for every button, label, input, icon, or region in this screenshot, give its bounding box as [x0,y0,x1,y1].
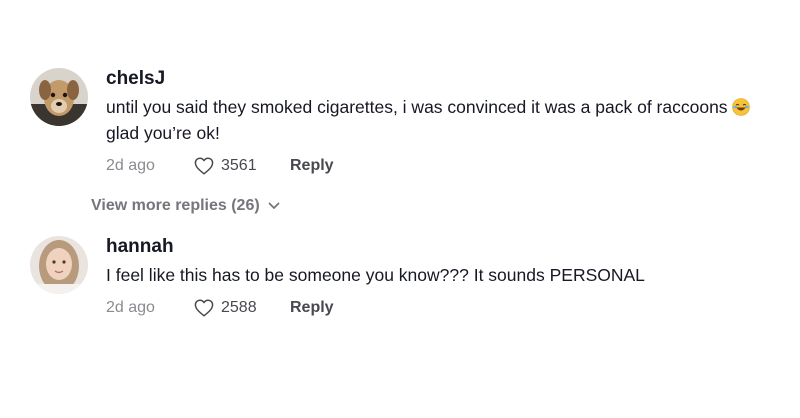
comment-body: chelsJ until you said they smoked cigare… [106,68,766,178]
like-button[interactable]: 3561 [194,157,290,175]
like-count: 2588 [221,299,257,316]
like-button[interactable]: 2588 [194,299,290,317]
view-more-replies-label: View more replies (26) [91,197,260,214]
person-avatar-image [30,236,88,294]
chevron-down-icon [268,202,280,209]
comment-meta: 2d ago 2588 Reply [106,296,766,320]
comment-meta: 2d ago 3561 Reply [106,154,766,178]
reply-button[interactable]: Reply [290,299,334,317]
comment-text-part: until you said they smoked cigarettes, i… [106,97,728,117]
comment-text: until you said they smoked cigarettes, i… [106,94,766,146]
avatar[interactable] [30,68,88,126]
comment-date: 2d ago [106,157,155,174]
heart-icon [194,157,214,175]
like-count: 3561 [221,157,257,174]
comment-username[interactable]: chelsJ [106,68,766,90]
comment-username[interactable]: hannah [106,236,766,258]
view-more-replies-button[interactable]: View more replies (26) [91,197,280,215]
comment-date: 2d ago [106,299,155,316]
heart-icon [194,299,214,317]
comment-text: I feel like this has to be someone you k… [106,265,645,285]
comment-text-part: glad you’re ok! [106,123,220,143]
dog-avatar-image [30,68,88,126]
comment-body: hannah I feel like this has to be someon… [106,236,766,320]
avatar[interactable] [30,236,88,294]
laughing-emoji-icon [731,97,750,116]
reply-button[interactable]: Reply [290,157,334,175]
